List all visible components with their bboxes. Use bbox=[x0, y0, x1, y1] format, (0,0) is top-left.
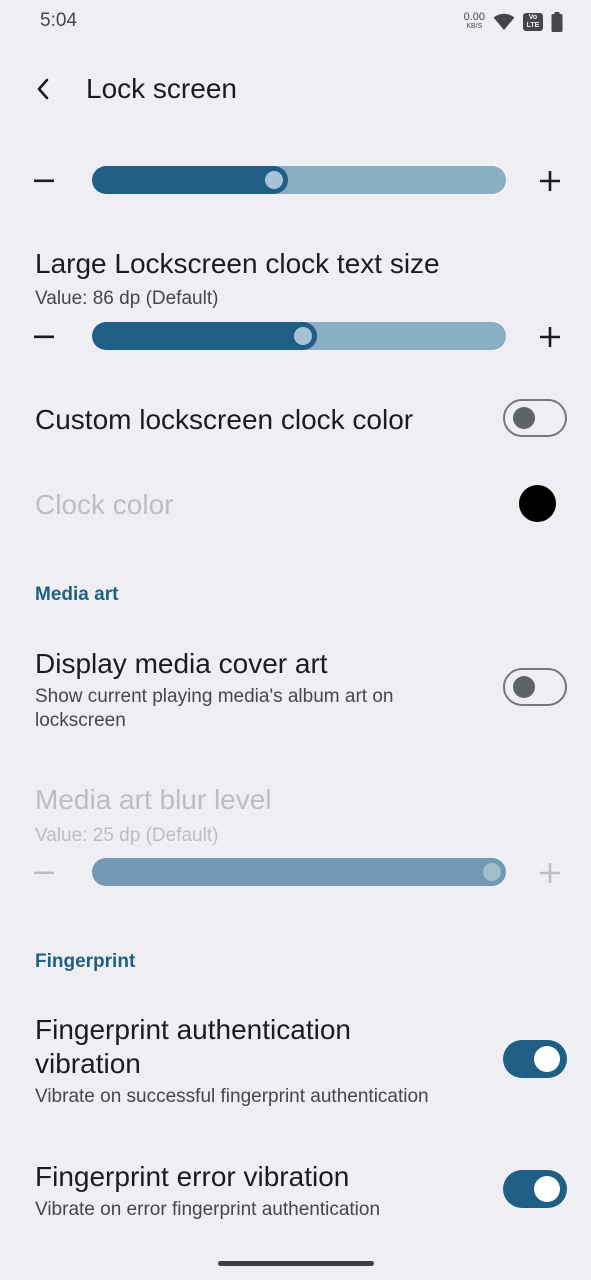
status-time: 5:04 bbox=[40, 10, 77, 31]
display-media-cover-switch[interactable] bbox=[503, 668, 567, 706]
custom-clock-color-title: Custom lockscreen clock color bbox=[35, 404, 414, 435]
clock-color-swatch[interactable] bbox=[519, 485, 556, 522]
battery-icon bbox=[551, 12, 563, 32]
display-media-cover-title: Display media cover art bbox=[35, 648, 328, 679]
plus-icon bbox=[540, 863, 560, 883]
back-button[interactable] bbox=[28, 74, 58, 104]
decrease-button[interactable] bbox=[28, 861, 60, 885]
slider-fill bbox=[92, 166, 289, 194]
fp-auth-vibration-subtitle: Vibrate on successful fingerprint authen… bbox=[35, 1086, 429, 1107]
minus-icon bbox=[34, 871, 54, 875]
net-speed-unit: KB/S bbox=[466, 23, 483, 30]
switch-knob bbox=[534, 1176, 560, 1202]
decrease-button[interactable] bbox=[28, 169, 60, 193]
slider-fill bbox=[92, 858, 506, 886]
switch-knob bbox=[513, 676, 535, 698]
media-blur-slider bbox=[28, 858, 566, 888]
page-title: Lock screen bbox=[86, 73, 237, 104]
clock-size-title: Large Lockscreen clock text size bbox=[35, 248, 440, 279]
increase-button[interactable] bbox=[534, 169, 566, 193]
top-size-slider bbox=[28, 166, 566, 196]
slider-track[interactable] bbox=[92, 858, 506, 886]
increase-button[interactable] bbox=[534, 325, 566, 349]
nav-gesture-handle[interactable] bbox=[218, 1261, 374, 1266]
switch-knob bbox=[513, 407, 535, 429]
decrease-button[interactable] bbox=[28, 325, 60, 349]
volte-top: Vo bbox=[528, 14, 538, 21]
section-media-art: Media art bbox=[35, 584, 119, 605]
fp-error-vibration-title: Fingerprint error vibration bbox=[35, 1161, 350, 1192]
fp-auth-vibration-switch[interactable] bbox=[503, 1040, 567, 1078]
wifi-icon bbox=[493, 13, 515, 30]
media-blur-title: Media art blur level bbox=[35, 784, 272, 815]
fp-error-vibration-switch[interactable] bbox=[503, 1170, 567, 1208]
status-icons: 0.00 KB/S Vo LTE bbox=[464, 10, 563, 34]
net-speed: 0.00 KB/S bbox=[464, 12, 485, 32]
clock-size-slider bbox=[28, 322, 566, 352]
minus-icon bbox=[34, 179, 54, 183]
slider-fill bbox=[92, 322, 318, 350]
plus-icon bbox=[540, 171, 560, 191]
back-arrow-icon bbox=[37, 78, 49, 100]
volte-bottom: LTE bbox=[526, 22, 540, 29]
display-media-cover-subtitle: Show current playing media's album art o… bbox=[35, 686, 394, 731]
fp-auth-vibration-title: Fingerprint authentication vibration bbox=[35, 1014, 351, 1079]
custom-clock-color-switch[interactable] bbox=[503, 399, 567, 437]
minus-icon bbox=[34, 335, 54, 339]
section-fingerprint: Fingerprint bbox=[35, 951, 136, 972]
volte-icon: Vo LTE bbox=[523, 13, 543, 31]
switch-knob bbox=[534, 1046, 560, 1072]
clock-size-value: Value: 86 dp (Default) bbox=[35, 288, 219, 309]
fp-error-vibration-subtitle: Vibrate on error fingerprint authenticat… bbox=[35, 1199, 381, 1220]
clock-color-title: Clock color bbox=[35, 489, 174, 520]
slider-track[interactable] bbox=[92, 322, 506, 350]
slider-thumb[interactable] bbox=[483, 863, 501, 881]
increase-button[interactable] bbox=[534, 861, 566, 885]
slider-track[interactable] bbox=[92, 166, 506, 194]
plus-icon bbox=[540, 327, 560, 347]
slider-thumb[interactable] bbox=[294, 327, 313, 345]
media-blur-value: Value: 25 dp (Default) bbox=[35, 825, 219, 846]
